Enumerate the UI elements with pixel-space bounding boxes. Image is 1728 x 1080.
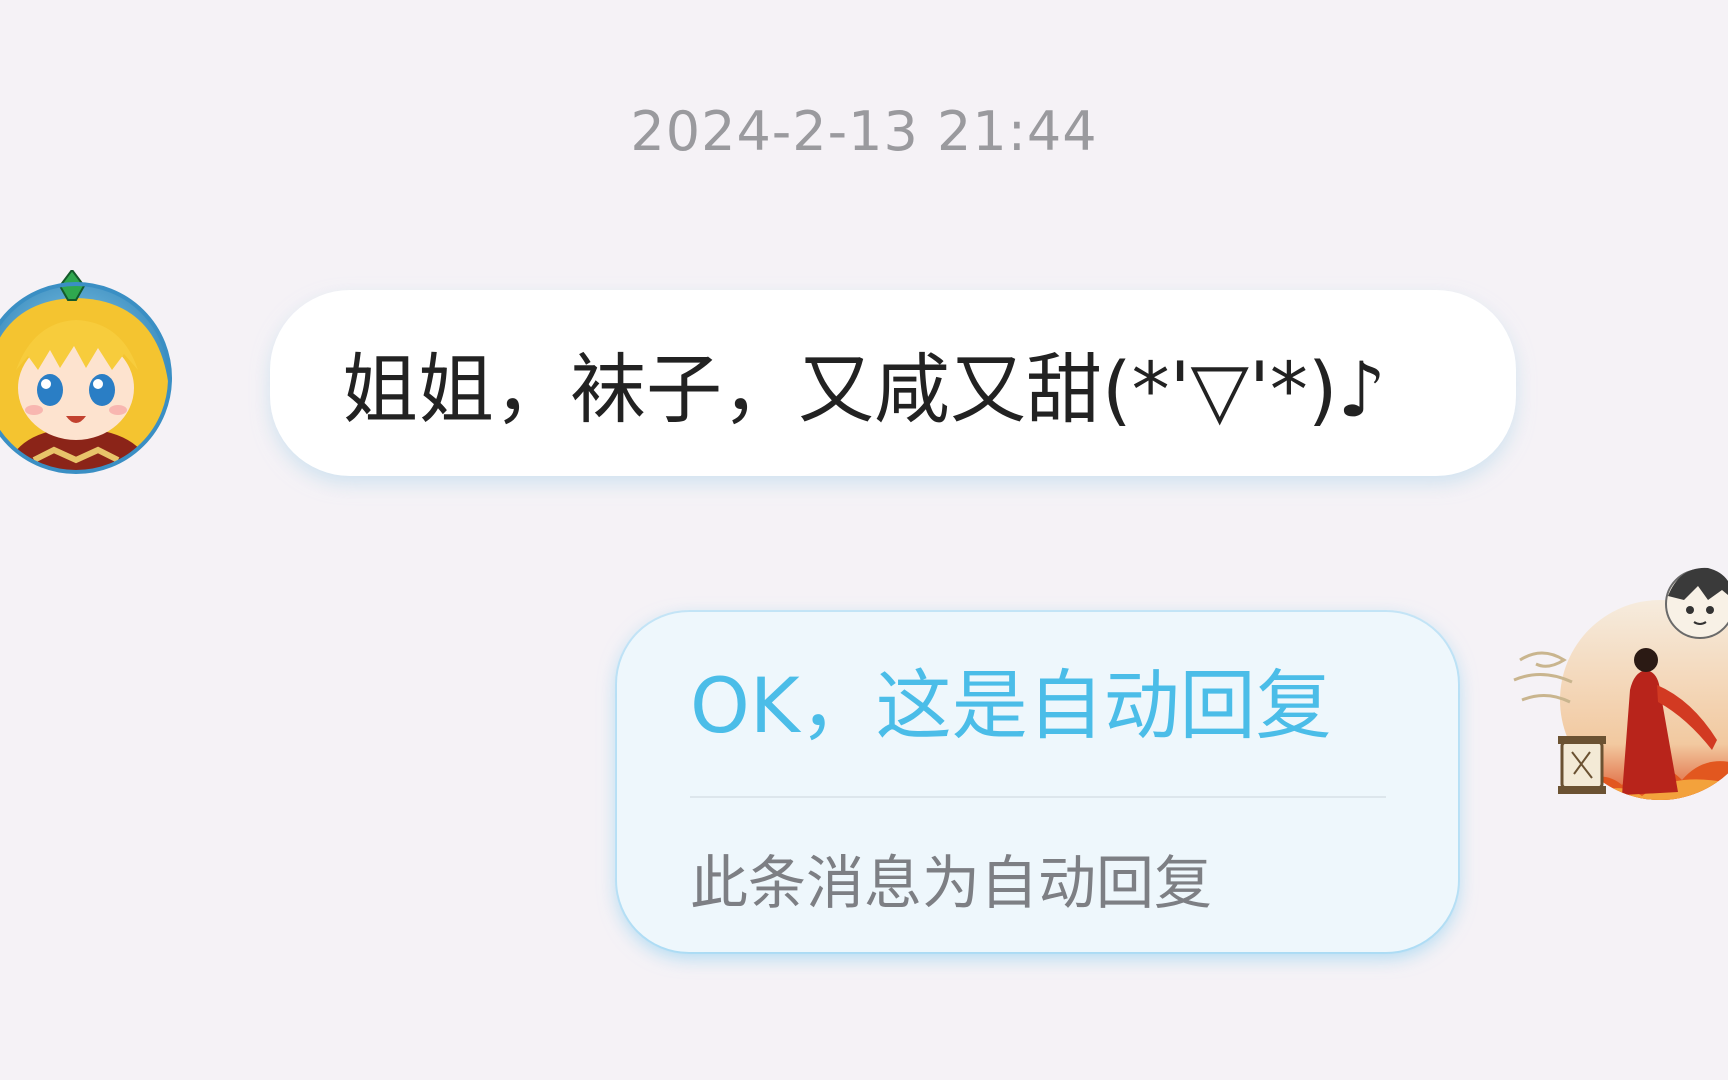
auto-reply-bubble[interactable]: OK，这是自动回复 此条消息为自动回复 <box>617 612 1458 952</box>
chat-view[interactable]: 2024-2-13 21:44 姐姐，袜子，又咸又甜(*'▽'*)♪ OK，这是… <box>0 0 1728 1080</box>
incoming-message-text: 姐姐，袜子，又咸又甜(*'▽'*)♪ <box>342 345 1387 434</box>
message-timestamp: 2024-2-13 21:44 <box>630 100 1098 163</box>
auto-reply-text: OK，这是自动回复 <box>690 661 1332 750</box>
user-avatar[interactable] <box>1512 560 1728 810</box>
contact-avatar[interactable] <box>0 268 176 476</box>
auto-reply-note: 此条消息为自动回复 <box>690 849 1213 917</box>
auto-reply-divider <box>690 796 1386 798</box>
incoming-message-bubble[interactable]: 姐姐，袜子，又咸又甜(*'▽'*)♪ <box>270 290 1516 476</box>
